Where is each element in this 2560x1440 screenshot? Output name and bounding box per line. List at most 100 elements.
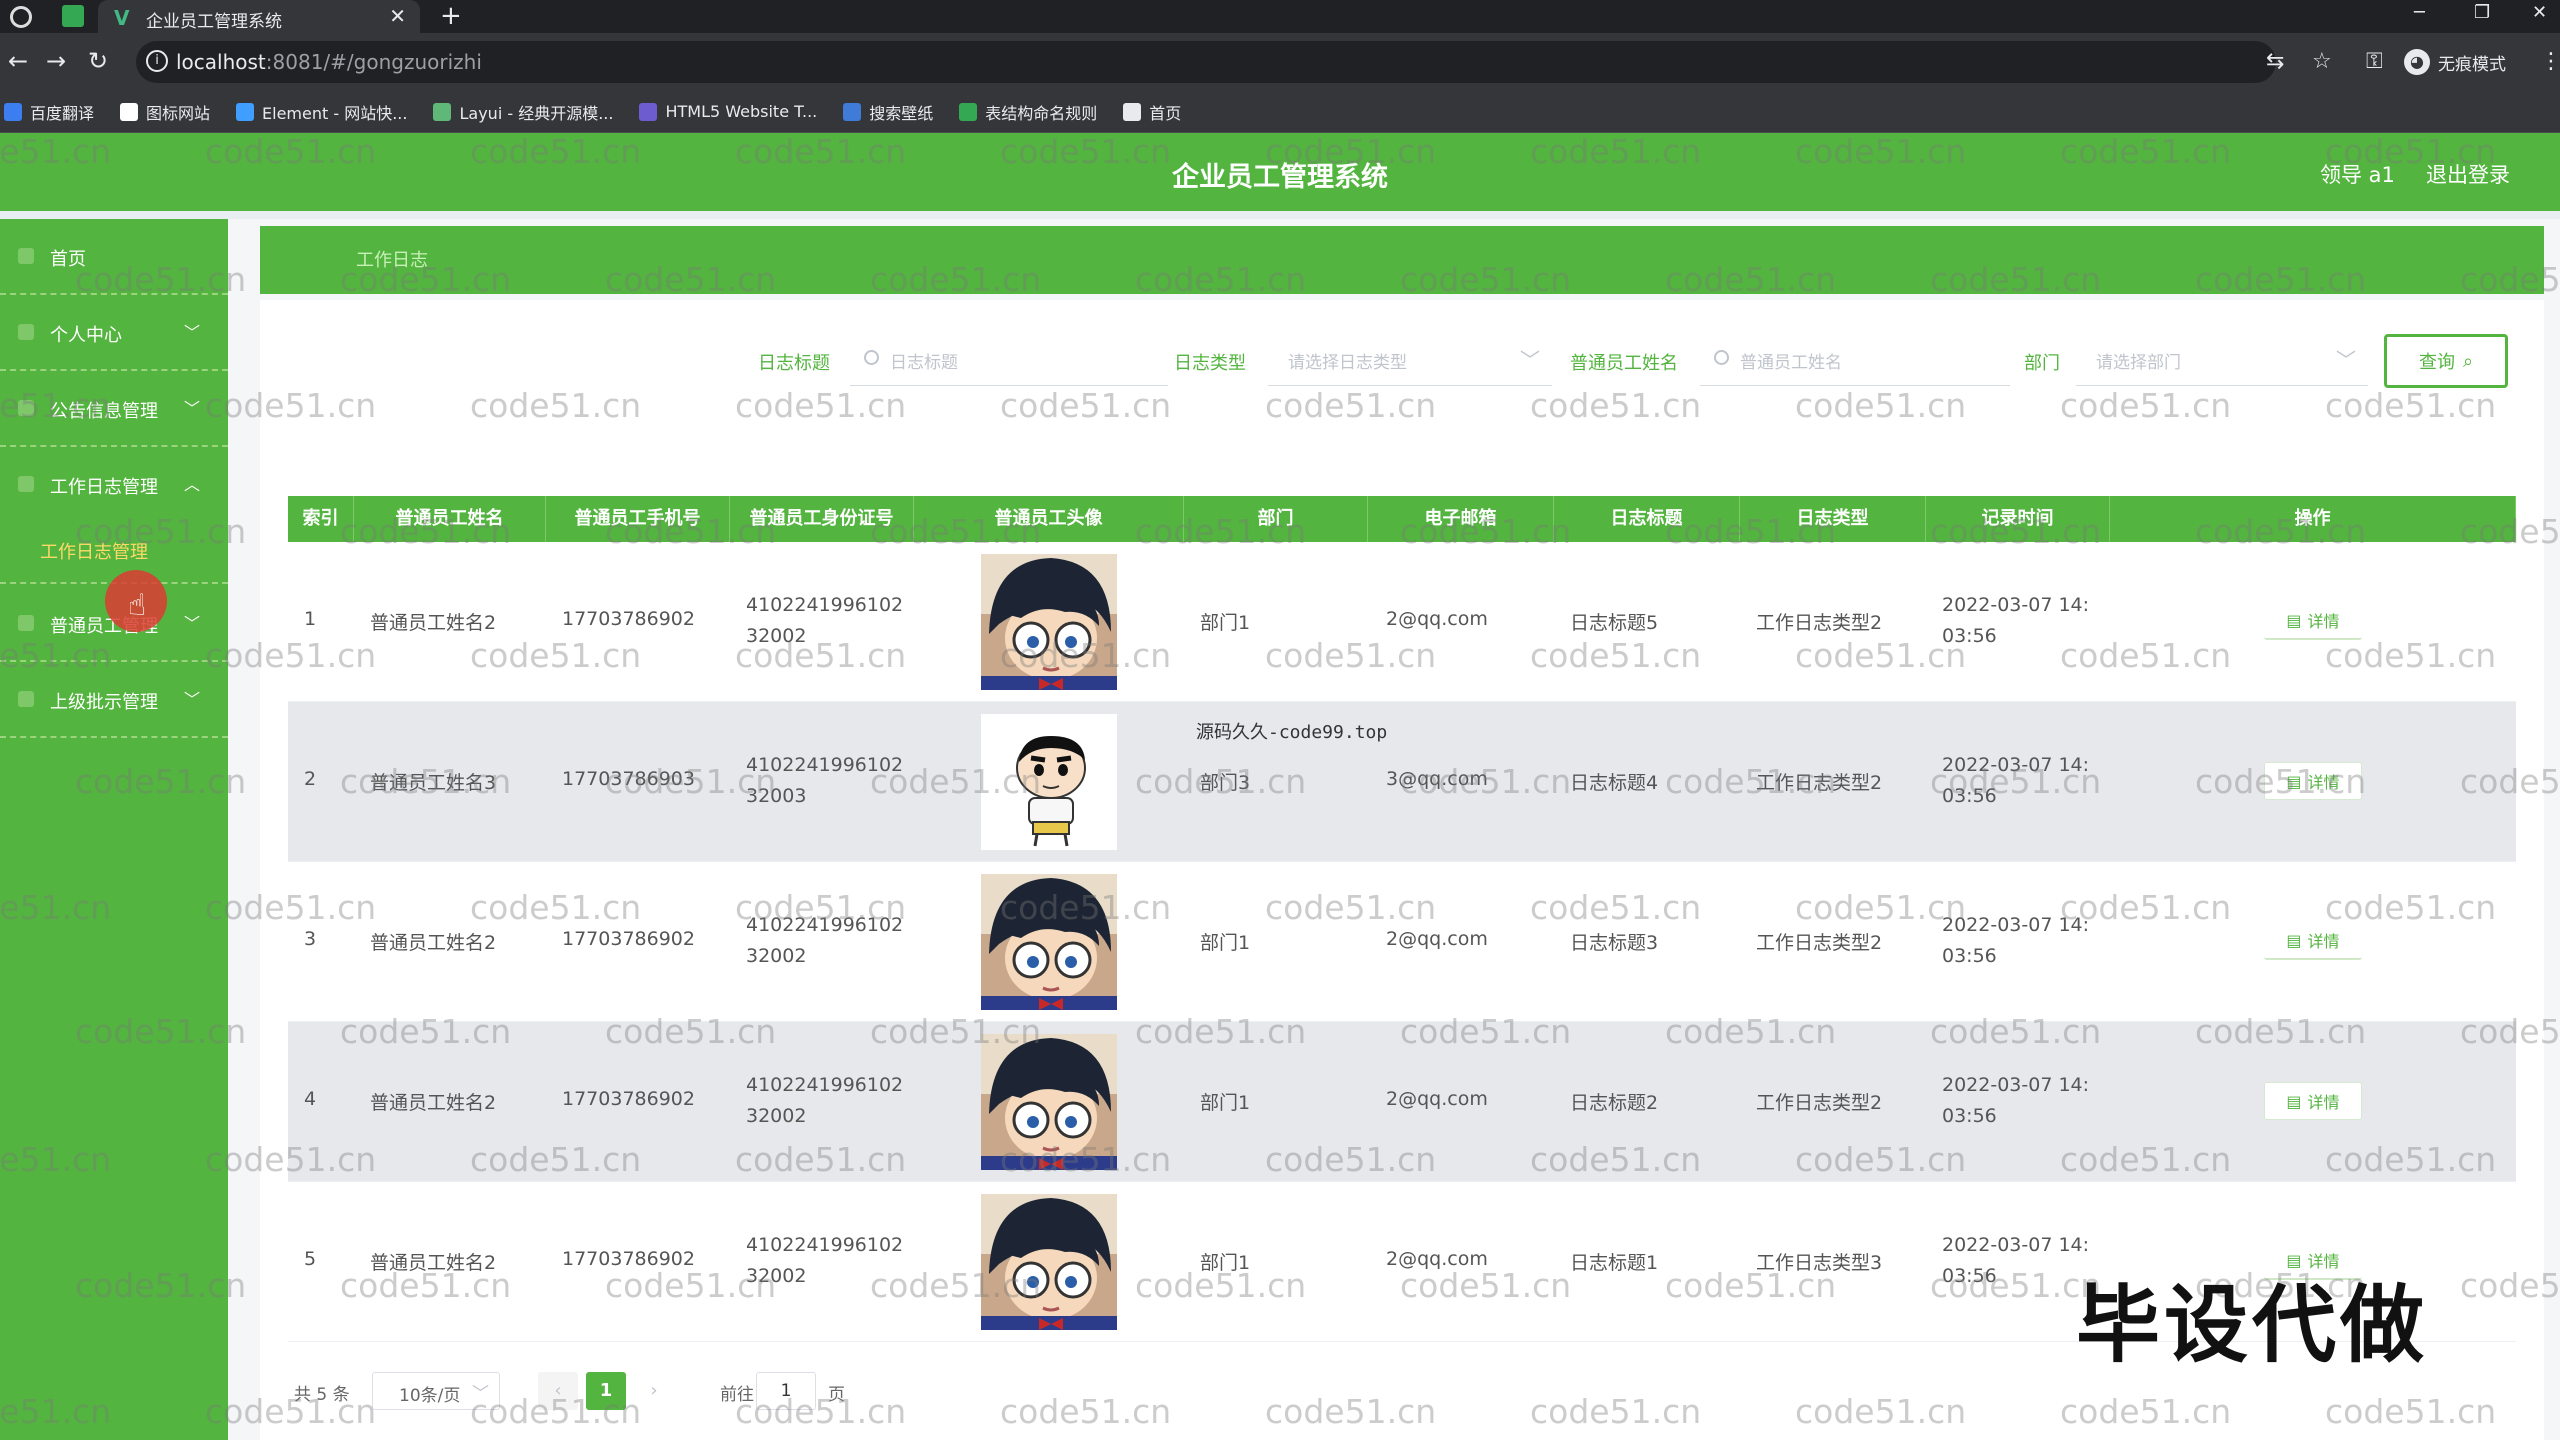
cell-log-type: 工作日志类型2 [1756,612,1883,634]
bookmark-item[interactable]: Layui - 经典开源模... [433,100,613,124]
log-type-select[interactable]: 请选择日志类型 ﹀ [1268,330,1552,386]
reload-icon[interactable]: ↻ [88,47,108,75]
site-info-icon[interactable]: i [146,50,168,72]
back-icon[interactable]: ← [8,47,28,75]
forward-icon[interactable]: → [46,47,66,75]
restore-icon[interactable]: ❐ [2474,2,2490,23]
table-header: 索引 普通员工姓名 普通员工手机号 普通员工身份证号 普通员工头像 部门 电子邮箱 日志标题日… [288,496,2516,542]
bookmark-item[interactable]: HTML5 Website T... [639,102,817,121]
bookmark-item[interactable]: 表结构命名规则 [959,100,1097,124]
detail-button[interactable]: ▤ 详情 [2264,922,2362,960]
user-icon [18,324,34,340]
browser-menu-icon[interactable] [10,6,32,28]
detail-button[interactable]: ▤ 详情 [2264,762,2362,800]
bookmark-item[interactable]: 搜索壁纸 [843,100,933,124]
sidebar-item-label: 首页 [50,249,86,270]
cell-index: 2 [304,768,317,790]
detail-button-label: 详情 [2307,773,2340,792]
logout-link[interactable]: 退出登录 [2426,159,2510,189]
cell-department: 部门3 [1200,772,1251,794]
log-title-label: 日志标题 [758,353,830,374]
url-field[interactable]: i localhost:8081/#/gongzuorizhi [136,41,2276,83]
next-page-button[interactable]: › [634,1372,674,1410]
page-size-select[interactable]: 10条/页 ﹀ [372,1372,500,1410]
source-tag: 源码久久-code99.top [1196,722,1388,743]
cell-log-type: 工作日志类型3 [1756,1252,1883,1274]
hand-cursor-icon: ☝ [128,588,147,623]
tab-group-icon[interactable] [62,5,84,27]
column-header: 普通员工头像 [914,496,1184,542]
department-select[interactable]: 请选择部门 ﹀ [2076,330,2368,386]
table-row: 4 普通员工姓名2 17703786902 410224199610232002 部门1… [288,1022,2516,1182]
sidebar-subitem-worklog[interactable]: 工作日志管理 [0,524,228,584]
query-button[interactable]: 查询 ⌕ [2384,334,2508,388]
cell-log-title: 日志标题1 [1570,1252,1659,1274]
bookmark-item[interactable]: 图标网站 [120,100,210,124]
goto-page-input[interactable]: 1 [756,1372,816,1410]
bookmark-icon [433,102,452,121]
bookmark-label: 首页 [1149,103,1182,123]
cell-department: 部门1 [1200,932,1251,954]
cell-phone: 17703786902 [562,1248,695,1270]
pagination: 共 5 条 10条/页 ﹀ ‹ 1 › 前往 1 页 [260,1360,1460,1420]
app-header: 企业员工管理系统 领导 a1 退出登录 [0,133,2560,211]
column-header: 电子邮箱 [1368,496,1554,542]
department-placeholder: 请选择部门 [2096,353,2181,373]
chevron-down-icon: ﹀ [2336,348,2356,372]
more-menu-icon[interactable]: ⋮ [2540,49,2560,74]
key-icon[interactable]: ⚿ [2366,49,2383,74]
cell-record-time: 2022-03-07 14:03:56 [1942,594,2090,647]
bookmark-star-icon[interactable]: ☆ [2312,49,2332,74]
bookmark-item[interactable]: 百度翻译 [4,100,94,124]
chevron-down-icon: ﹀ [1520,348,1540,372]
minimize-icon[interactable]: ─ [2414,2,2425,23]
incognito-badge[interactable]: ◕ 无痕模式 [2404,49,2506,75]
window-close-icon[interactable]: ✕ [2532,2,2547,23]
bookmark-item[interactable]: 首页 [1123,100,1181,124]
sidebar-item-personal-center[interactable]: 个人中心 ﹀ [0,295,228,371]
page-banner-text: 工作日志 [356,250,428,271]
cell-employee-name: 普通员工姓名2 [370,612,497,634]
bookmark-label: 表结构命名规则 [985,103,1098,123]
column-header: 日志类型 [1740,496,1926,542]
new-tab-icon[interactable]: + [440,1,462,31]
cell-log-type: 工作日志类型2 [1756,772,1883,794]
employee-avatar [981,1194,1117,1330]
search-icon [1714,350,1729,365]
search-icon [864,350,879,365]
bookmark-icon [120,102,139,121]
detail-button[interactable]: ▤ 详情 [2264,1082,2362,1120]
cell-id-card: 410224199610232002 [746,1074,904,1127]
bookmark-icon [959,102,978,121]
sidebar-item-worklog-management[interactable]: 工作日志管理 ︿ [0,447,228,523]
column-header: 普通员工姓名 [354,496,546,542]
tab-title: 企业员工管理系统 [146,12,282,32]
sidebar-item-home[interactable]: 首页 [0,219,228,295]
log-title-input[interactable]: 日志标题 [850,330,1168,386]
column-header: 普通员工手机号 [546,496,730,542]
bookmark-label: Layui - 经典开源模... [459,103,614,123]
bookmark-icon [843,102,862,121]
cell-phone: 17703786902 [562,928,695,950]
browser-tab[interactable]: V 企业员工管理系统 ✕ [98,0,420,33]
translate-icon[interactable]: ⇆ [2266,49,2284,74]
detail-button[interactable]: ▤ 详情 [2264,602,2362,640]
cell-record-time: 2022-03-07 14:03:56 [1942,914,2090,967]
sidebar-item-superior-instruction[interactable]: 上级批示管理 ﹀ [0,662,228,738]
instruction-icon [18,691,34,707]
prev-page-button[interactable]: ‹ [538,1372,578,1410]
employee-name-input[interactable]: 普通员工姓名 [1700,330,2010,386]
chevron-down-icon: ﹀ [183,614,200,633]
cell-index: 5 [304,1248,317,1270]
bookmark-label: 搜索壁纸 [869,103,934,123]
bookmark-label: 百度翻译 [30,103,95,123]
log-type-placeholder: 请选择日志类型 [1288,353,1407,373]
vue-favicon-icon: V [114,6,130,30]
tab-close-icon[interactable]: ✕ [389,4,406,28]
bookmark-item[interactable]: Element - 网站快... [236,100,407,124]
document-icon: ▤ [2286,771,2302,791]
sidebar-item-notice-management[interactable]: 公告信息管理 ﹀ [0,371,228,447]
cell-log-title: 日志标题4 [1570,772,1659,794]
page-number-button[interactable]: 1 [586,1372,626,1410]
cell-employee-name: 普通员工姓名2 [370,1092,497,1114]
